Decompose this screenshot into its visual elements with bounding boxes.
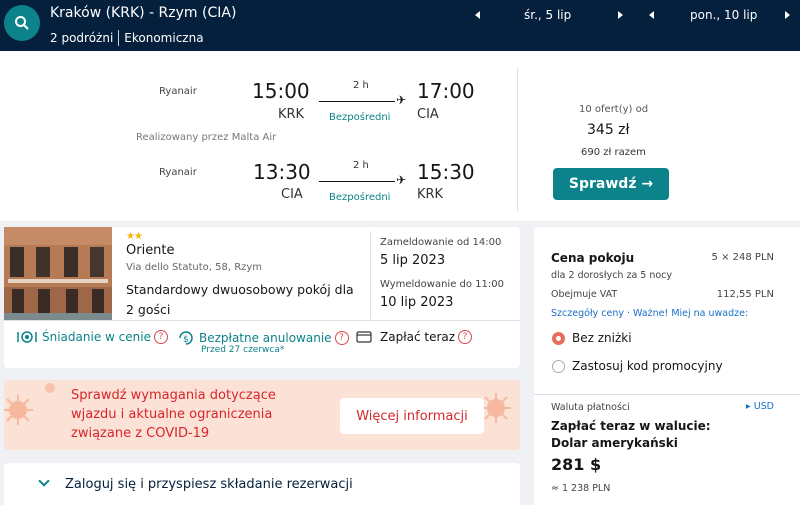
- cancel-icon: $: [179, 331, 193, 345]
- stops: Bezpośredni: [329, 112, 391, 123]
- carrier-name: Ryanair: [159, 167, 197, 178]
- room-price-calc: 5 × 248 PLN: [711, 252, 774, 263]
- route-title[interactable]: Kraków (KRK) - Rzym (CIA): [50, 5, 236, 21]
- arrow-right-icon[interactable]: [618, 11, 623, 19]
- currency-name: Dolar amerykański: [551, 436, 678, 450]
- more-info-button[interactable]: Więcej informacji: [340, 398, 484, 434]
- promo-code-label[interactable]: Zastosuj kod promocyjny: [572, 359, 723, 373]
- question-icon[interactable]: ?: [153, 330, 168, 344]
- price-details-link[interactable]: Szczegóły ceny · Ważne! Miej na uwadze:: [551, 308, 748, 319]
- svg-text:$: $: [183, 335, 189, 345]
- star-rating: ★★: [126, 231, 143, 242]
- departure-time: 15:00: [252, 79, 310, 103]
- virus-icon: [4, 383, 55, 425]
- arrow-left-icon[interactable]: [649, 11, 654, 19]
- arrival-code: CIA: [417, 107, 439, 122]
- vat-label: Obejmuje VAT: [551, 289, 618, 300]
- operated-by: Realizowany przez Malta Air: [136, 132, 277, 143]
- plane-icon: ✈: [396, 173, 407, 187]
- hotel-name[interactable]: Oriente: [126, 243, 175, 258]
- covid-message: Sprawdź wymagania dotyczące wjazdu i akt…: [71, 388, 276, 441]
- search-button[interactable]: [4, 5, 40, 41]
- currency-selector[interactable]: ▸ USD: [746, 401, 774, 412]
- cancel-label: Bezpłatne anulowanie: [199, 331, 332, 345]
- price-converted: ≈ 1 238 PLN: [551, 483, 611, 494]
- currency-label: Waluta płatności: [551, 402, 630, 413]
- question-icon[interactable]: ?: [334, 331, 349, 345]
- flight-price: 345 zł: [587, 122, 630, 138]
- breakfast-icon: [17, 331, 37, 343]
- hotel-photo[interactable]: [4, 227, 112, 320]
- arrival-time: 17:00: [417, 79, 475, 103]
- arrival-time: 15:30: [417, 160, 475, 184]
- hotel-card: ★★ Oriente Via dello Statuto, 58, Rzym S…: [4, 227, 520, 368]
- depart-date[interactable]: śr., 5 lip: [524, 8, 571, 22]
- departure-code: KRK: [278, 107, 305, 122]
- no-discount-label[interactable]: Bez zniżki: [572, 331, 632, 345]
- trip-summary[interactable]: 2 podróżni Ekonomiczna: [50, 30, 204, 46]
- question-icon[interactable]: ?: [458, 330, 473, 344]
- amenity-pay: Zapłać teraz ?: [356, 330, 473, 344]
- divider: [118, 30, 120, 46]
- arrow-left-icon[interactable]: [475, 11, 480, 19]
- pay-in-currency: Zapłać teraz w walucie:: [551, 419, 711, 433]
- divider: [370, 231, 371, 319]
- radio-promo-code[interactable]: [552, 360, 565, 373]
- breakfast-label: Śniadanie w cenie: [42, 330, 151, 344]
- login-text[interactable]: Zaloguj się i przyspiesz składanie rezer…: [65, 477, 353, 492]
- hotel-address: Via dello Statuto, 58, Rzym: [126, 262, 263, 273]
- cabin-class: Ekonomiczna: [124, 31, 204, 45]
- checkin-date: 5 lip 2023: [380, 253, 446, 268]
- price-panel: Cena pokoju 5 × 248 PLN dla 2 dorosłych …: [534, 227, 800, 505]
- radio-no-discount[interactable]: [552, 332, 565, 345]
- pay-label: Zapłać teraz: [380, 330, 456, 344]
- duration: 2 h: [353, 80, 369, 91]
- vat-value: 112,55 PLN: [716, 289, 774, 300]
- stops: Bezpośredni: [329, 192, 391, 203]
- divider: [534, 394, 800, 395]
- departure-time: 13:30: [253, 160, 311, 184]
- arrival-code: KRK: [417, 187, 444, 202]
- chevron-down-icon: [38, 475, 50, 487]
- login-prompt[interactable]: Zaloguj się i przyspiesz składanie rezer…: [4, 463, 520, 505]
- flight-line: [319, 181, 395, 182]
- duration: 2 h: [353, 160, 369, 171]
- departure-code: CIA: [281, 187, 303, 202]
- checkout-date: 10 lip 2023: [380, 295, 454, 310]
- carrier-name: Ryanair: [159, 86, 197, 97]
- total-price: 281 $: [551, 455, 602, 474]
- top-bar: Kraków (KRK) - Rzym (CIA) 2 podróżni Eko…: [0, 0, 800, 51]
- return-date[interactable]: pon., 10 lip: [690, 8, 757, 22]
- hotel-photo-illustration: [4, 227, 112, 320]
- cancel-deadline: Przed 27 czerwca*: [201, 345, 285, 355]
- offers-count: 10 ofert(y) od: [579, 104, 649, 115]
- check-button[interactable]: Sprawdź →: [553, 168, 669, 200]
- divider: [517, 68, 518, 211]
- amenity-cancel: $ Bezpłatne anulowanie ?: [177, 330, 349, 346]
- flight-total: 690 zł razem: [581, 147, 646, 158]
- divider: [4, 320, 520, 321]
- guests-nights: dla 2 dorosłych za 5 nocy: [551, 270, 673, 281]
- amenity-breakfast: Śniadanie w cenie ?: [16, 330, 168, 344]
- room-type: Standardowy dwuosobowy pokój dla 2 gości: [126, 282, 354, 317]
- flight-card: Ryanair 15:00 KRK 2 h ✈ Bezpośredni 17:0…: [0, 51, 800, 221]
- search-icon: [15, 16, 29, 30]
- checkout-label: Wymeldowanie do 11:00: [380, 279, 504, 290]
- arrow-right-icon[interactable]: [785, 11, 790, 19]
- travelers: 2 podróżni: [50, 31, 114, 45]
- covid-banner: Sprawdź wymagania dotyczące wjazdu i akt…: [4, 380, 520, 450]
- flight-line: [319, 101, 395, 102]
- plane-icon: ✈: [396, 93, 407, 107]
- card-icon: [356, 331, 372, 343]
- room-price-title: Cena pokoju: [551, 251, 635, 265]
- checkin-label: Zameldowanie od 14:00: [380, 237, 502, 248]
